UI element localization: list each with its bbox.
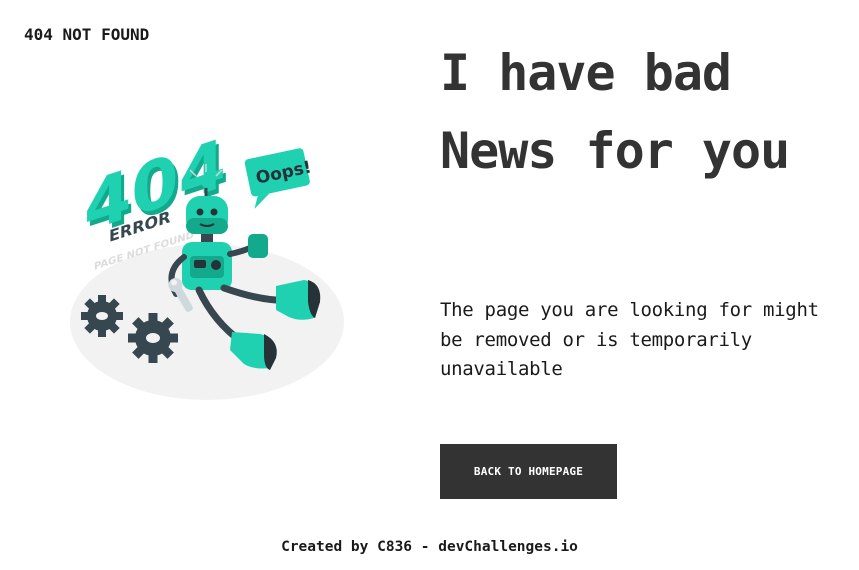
- page-description: The page you are looking for might be re…: [440, 299, 819, 380]
- gear-icon: [81, 295, 123, 337]
- footer-credit: Created by C836 - devChallenges.io: [281, 539, 578, 555]
- robot-404-illustration: 404 404 ERROR PAGE NOT FOUND Oops!: [70, 124, 344, 400]
- oops-bubble: Oops!: [244, 148, 313, 209]
- page-label: 404 NOT FOUND: [24, 25, 150, 44]
- gear-icon: [128, 313, 178, 363]
- back-to-homepage-button[interactable]: BACK TO HOMEPAGE: [440, 444, 617, 499]
- page-headline: I have bad News for you: [440, 44, 790, 180]
